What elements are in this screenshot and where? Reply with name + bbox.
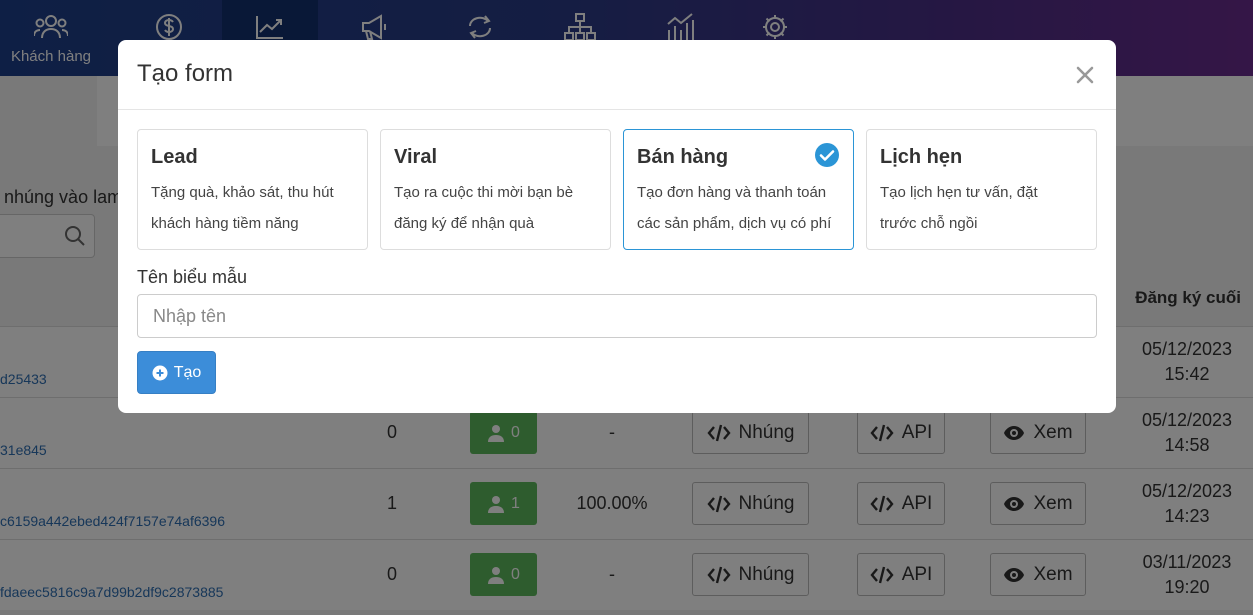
close-button[interactable] [1072,62,1098,88]
card-description: Tạo đơn hàng và thanh toán các sản phẩm,… [637,184,832,232]
modal-title: Tạo form [137,60,234,87]
form-type-card-appointment[interactable]: Lịch hẹn Tạo lịch hẹn tư vấn, đặt trước … [866,129,1097,250]
card-description: Tạo lịch hẹn tư vấn, đặt trước chỗ ngồi [880,184,1038,232]
card-title: Lịch hẹn [880,146,963,168]
modal-header: Tạo form [118,40,1116,110]
create-button-label: Tạo [173,363,202,381]
close-icon [1076,66,1094,84]
form-type-card-sales[interactable]: Bán hàng Tạo đơn hàng và thanh toán các … [623,129,854,250]
card-description: Tặng quà, khảo sát, thu hút khách hàng t… [151,184,334,232]
create-form-modal: Tạo form Lead Tặng quà, khảo sát, thu hú… [118,40,1116,413]
form-name-input[interactable] [137,294,1097,338]
form-type-card-viral[interactable]: Viral Tạo ra cuộc thi mời bạn bè đăng ký… [380,129,611,250]
card-title: Viral [394,146,437,168]
form-type-cards: Lead Tặng quà, khảo sát, thu hút khách h… [137,129,1097,250]
card-description: Tạo ra cuộc thi mời bạn bè đăng ký để nh… [394,184,574,232]
create-button[interactable]: Tạo [137,351,216,394]
form-type-card-lead[interactable]: Lead Tặng quà, khảo sát, thu hút khách h… [137,129,368,250]
card-title: Bán hàng [637,146,729,168]
plus-circle-icon [152,365,168,380]
card-title: Lead [151,146,198,168]
form-name-label: Tên biểu mẫu [137,267,248,287]
check-circle-icon [815,143,839,167]
